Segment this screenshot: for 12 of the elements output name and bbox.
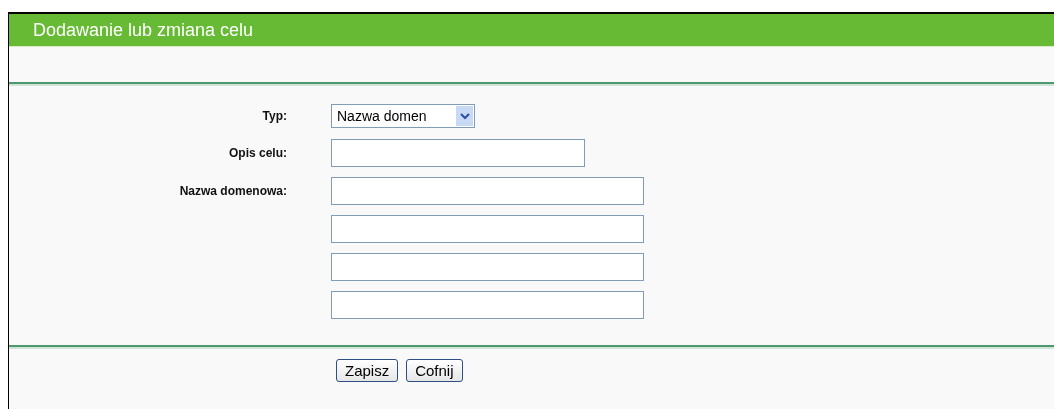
domain-input[interactable] <box>331 253 644 281</box>
type-dropdown[interactable]: Nazwa domen <box>331 104 475 128</box>
domain-input[interactable] <box>331 291 644 319</box>
domain-input[interactable] <box>331 177 644 205</box>
save-button[interactable]: Zapisz <box>336 359 399 382</box>
description-input[interactable] <box>331 139 585 167</box>
field-label: Typ: <box>261 109 287 123</box>
field-label: Nazwa domenowa: <box>178 184 287 198</box>
field-label: Opis celu: <box>228 146 287 160</box>
back-button[interactable]: Cofnij <box>406 359 463 382</box>
page-title: Dodawanie lub zmiana celu <box>33 19 254 41</box>
domain-input[interactable] <box>331 215 644 243</box>
